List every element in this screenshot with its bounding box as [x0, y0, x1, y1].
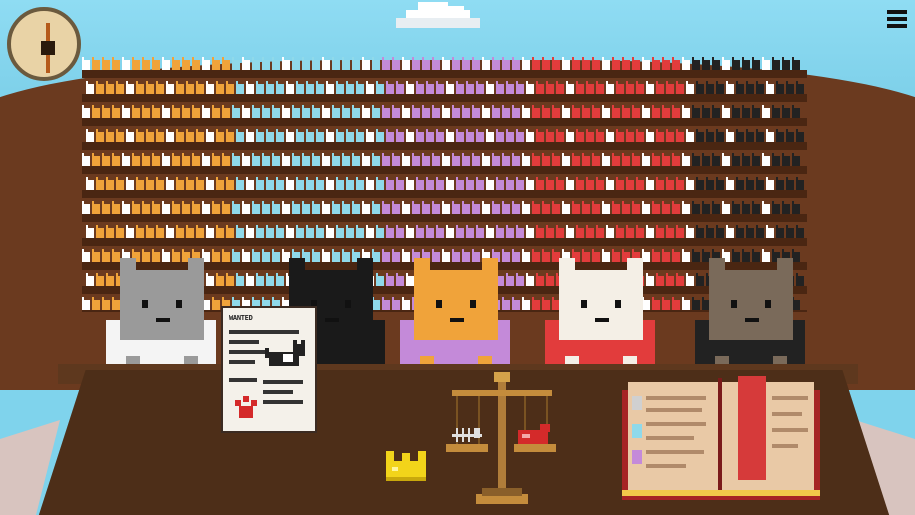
poster-text-line	[229, 360, 255, 364]
fish-bones-icon	[452, 428, 482, 442]
siamese-cat-judge	[545, 258, 655, 376]
poster-text-line	[229, 330, 299, 334]
poster-text-line	[263, 390, 293, 394]
wanted-poster[interactable]: WANTED	[221, 306, 317, 433]
game-scene: WANTED	[0, 0, 915, 515]
clock-center	[41, 41, 55, 55]
poster-text-line	[229, 350, 265, 354]
meat-icon	[518, 424, 550, 444]
hamburger-menu-icon[interactable]	[887, 10, 907, 30]
clock-icon[interactable]	[7, 7, 81, 81]
grey-cat-judge	[106, 258, 216, 376]
poster-text-line	[229, 340, 259, 344]
crown-icon[interactable]	[382, 447, 430, 485]
law-book-icon[interactable]	[622, 372, 820, 500]
poster-title: WANTED	[229, 314, 253, 322]
scale-of-justice-icon[interactable]	[442, 372, 560, 512]
paw-print-icon	[235, 396, 257, 418]
poster-text-line	[263, 400, 303, 404]
poster-text-line	[229, 378, 257, 382]
brown-cat-judge	[695, 258, 805, 376]
orange-black-cat-judge	[400, 258, 510, 376]
poster-text-line	[263, 380, 303, 384]
cat-silhouette-icon	[265, 340, 305, 366]
